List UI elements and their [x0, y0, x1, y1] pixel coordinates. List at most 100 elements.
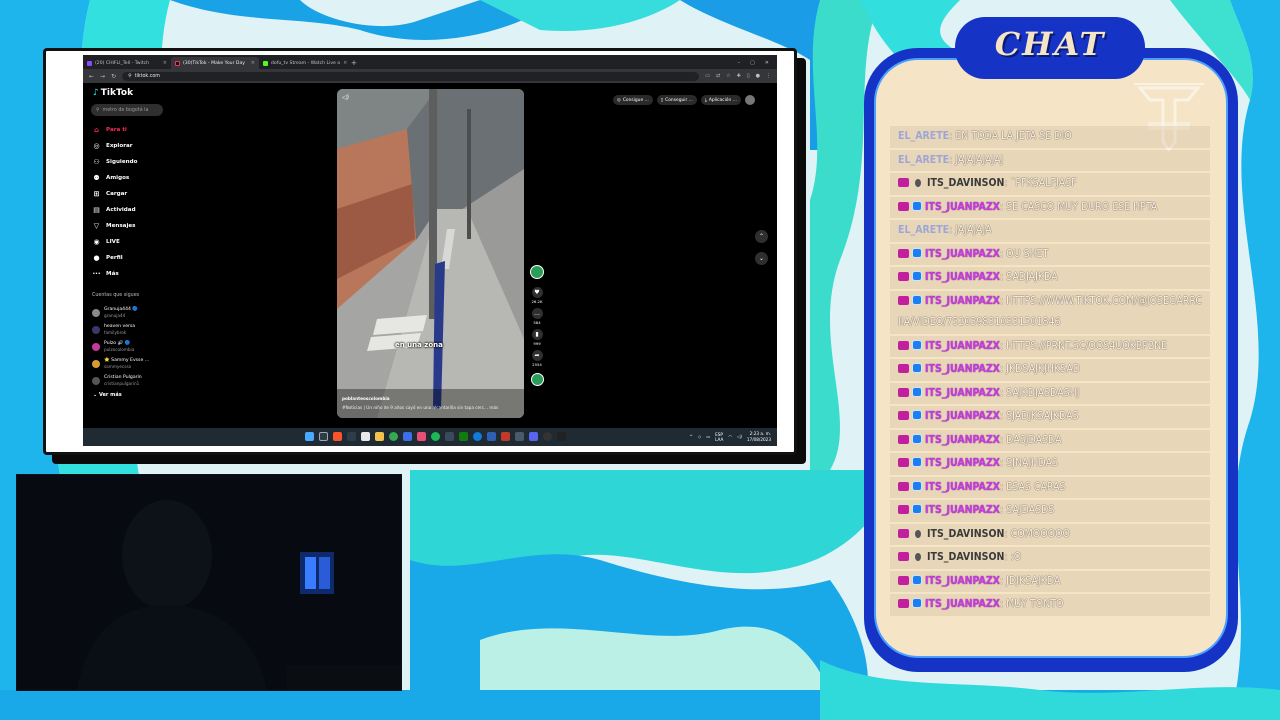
chat-username[interactable]: ITS_JUANPAZX: [925, 271, 1000, 283]
spotify-icon[interactable]: [431, 432, 440, 441]
volume-icon[interactable]: ◁): [737, 434, 742, 439]
sidebar-item-mensajes[interactable]: ▽ Mensajes: [92, 218, 137, 234]
brave-icon[interactable]: [333, 432, 342, 441]
chat-username[interactable]: ITS_JUANPAZX: [925, 363, 1000, 375]
battery-icon[interactable]: ▭: [706, 434, 710, 439]
explorer-icon[interactable]: [347, 432, 356, 441]
language-indicator[interactable]: ESP LAA: [715, 432, 723, 442]
sidebar-item-siguiendo[interactable]: ⚇ Siguiendo: [92, 154, 137, 170]
site-info-icon[interactable]: ⚲: [128, 74, 132, 79]
chat-username[interactable]: ITS_JUANPAZX: [925, 410, 1000, 422]
sidebar-item-mas[interactable]: ··· Más: [92, 266, 137, 282]
calendar-icon[interactable]: [361, 432, 370, 441]
extensions-icon[interactable]: ✚: [737, 73, 741, 79]
star-icon[interactable]: ☆: [726, 73, 730, 79]
following-account[interactable]: Pulzo 🔊 🔵 pulzocolombia: [92, 338, 149, 355]
clock[interactable]: 2:23 a. m. 17/08/2023: [747, 431, 771, 442]
chat-username[interactable]: ITS_DAVINSON: [927, 177, 1004, 189]
share-action[interactable]: ➦ 2554: [531, 350, 543, 367]
sidebar-item-live[interactable]: ◉ LIVE: [92, 234, 137, 250]
network-icon[interactable]: ◇: [698, 434, 701, 439]
chat-username[interactable]: ITS_JUANPAZX: [925, 340, 1000, 352]
chat-username[interactable]: EL_ARETE: [898, 154, 949, 166]
chat-username[interactable]: ITS_JUANPAZX: [925, 387, 1000, 399]
coins-button[interactable]: ◎ Consigue ...: [613, 95, 653, 105]
previous-video-button[interactable]: ⌃: [755, 230, 768, 243]
sidebar-item-amigos[interactable]: ⚉ Amigos: [92, 170, 137, 186]
address-bar[interactable]: ⚲ tiktok.com: [122, 71, 700, 81]
chat-username[interactable]: ITS_JUANPAZX: [925, 248, 1000, 260]
tiktok-logo[interactable]: ♪ TikTok: [93, 88, 133, 98]
browser-tab-tiktok[interactable]: (30)TikTok - Make Your Day ×: [171, 57, 259, 69]
chat-username[interactable]: ITS_JUANPAZX: [925, 575, 1000, 587]
maximize-icon[interactable]: ▢: [750, 57, 755, 69]
sidebar-item-cargar[interactable]: ⊞ Cargar: [92, 186, 137, 202]
new-tab-button[interactable]: +: [347, 57, 361, 69]
menu-icon[interactable]: ⋮: [766, 73, 771, 79]
cast-icon[interactable]: ▭: [705, 73, 710, 79]
reload-icon[interactable]: ↻: [111, 73, 116, 80]
discord-icon[interactable]: [529, 432, 538, 441]
chat-username[interactable]: ITS_DAVINSON: [927, 528, 1004, 540]
chrome-icon[interactable]: [389, 432, 398, 441]
windows-start-icon[interactable]: [305, 432, 314, 441]
settings-icon[interactable]: [515, 432, 524, 441]
chat-username[interactable]: ITS_JUANPAZX: [925, 201, 1000, 213]
sidebar-item-actividad[interactable]: ▤ Actividad: [92, 202, 137, 218]
app-button[interactable]: ⤓ Aplicación ...: [700, 95, 741, 105]
media-icon[interactable]: [501, 432, 510, 441]
translate-icon[interactable]: ⇄: [716, 73, 720, 79]
chat-username[interactable]: EL_ARETE: [898, 130, 949, 142]
browser-tab-twitch[interactable]: (20) CHIFLI_Tell - Twitch ×: [83, 57, 171, 69]
close-window-icon[interactable]: ✕: [765, 57, 769, 69]
get-button[interactable]: ▯ Conseguir ...: [656, 95, 697, 105]
chat-username[interactable]: ITS_JUANPAZX: [925, 504, 1000, 516]
app-icon[interactable]: [403, 432, 412, 441]
back-icon[interactable]: ←: [89, 73, 94, 80]
wifi-icon[interactable]: ◠: [728, 434, 732, 439]
chat-username[interactable]: ITS_JUANPAZX: [925, 598, 1000, 610]
folder-icon[interactable]: [375, 432, 384, 441]
mute-icon[interactable]: ◁): [342, 94, 349, 101]
sound-disc-avatar[interactable]: [530, 373, 544, 386]
video-player[interactable]: ◁) en una zona poblanteoscolombia #Notic…: [337, 89, 524, 418]
ver-mas-link[interactable]: ⌄ Ver más: [93, 392, 122, 398]
sidebar-item-explorar[interactable]: ◎ Explorar: [92, 138, 137, 154]
store-icon[interactable]: [487, 432, 496, 441]
creator-avatar[interactable]: [530, 265, 544, 279]
chat-username[interactable]: ITS_JUANPAZX: [925, 481, 1000, 493]
user-avatar[interactable]: [744, 95, 755, 105]
sidebar-item-perfil[interactable]: ● Perfil: [92, 250, 137, 266]
search-input[interactable]: ⚲ metro de bogotá la: [91, 104, 163, 116]
forward-icon[interactable]: →: [100, 73, 105, 80]
close-icon[interactable]: ×: [163, 60, 167, 66]
close-icon[interactable]: ×: [251, 60, 255, 66]
chat-username[interactable]: ITS_JUANPAZX: [925, 457, 1000, 469]
next-video-button[interactable]: ⌄: [755, 252, 768, 265]
following-account[interactable]: heaven versa familybrok: [92, 321, 149, 338]
xbox-icon[interactable]: [459, 432, 468, 441]
sidepanel-icon[interactable]: ▯: [747, 73, 750, 79]
profile-avatar-icon[interactable]: ●: [756, 73, 760, 79]
chat-username[interactable]: ITS_JUANPAZX: [925, 434, 1000, 446]
chat-username[interactable]: ITS_DAVINSON: [927, 551, 1004, 563]
photos-icon[interactable]: [417, 432, 426, 441]
bookmark-action[interactable]: ▮ 999: [531, 329, 543, 346]
following-account[interactable]: ⭐ Sammy Evsse ... sammyecsso: [92, 355, 149, 372]
following-account[interactable]: Cristian Pulgarín cristianpulgarin1: [92, 372, 149, 389]
search-icon[interactable]: [319, 432, 328, 441]
minimize-icon[interactable]: –: [738, 57, 741, 69]
terminal-icon[interactable]: [557, 432, 566, 441]
sidebar-item-para-ti[interactable]: ⌂ Para ti: [92, 122, 137, 138]
obs-icon[interactable]: [543, 432, 552, 441]
tray-chevron-icon[interactable]: ^: [689, 434, 693, 439]
following-account[interactable]: Granuja444 🔵 granuja44: [92, 304, 149, 321]
browser-tab-kick[interactable]: dofu_tv Stream - Watch Live o ×: [259, 57, 347, 69]
video-author[interactable]: poblanteoscolombia: [342, 396, 390, 401]
like-action[interactable]: ♥ 26.2K: [531, 287, 543, 304]
chat-username[interactable]: EL_ARETE: [898, 224, 949, 236]
comment-action[interactable]: … 584: [531, 308, 543, 325]
steam-icon[interactable]: [445, 432, 454, 441]
edge-icon[interactable]: [473, 432, 482, 441]
chat-username[interactable]: ITS_JUANPAZX: [925, 295, 1000, 307]
